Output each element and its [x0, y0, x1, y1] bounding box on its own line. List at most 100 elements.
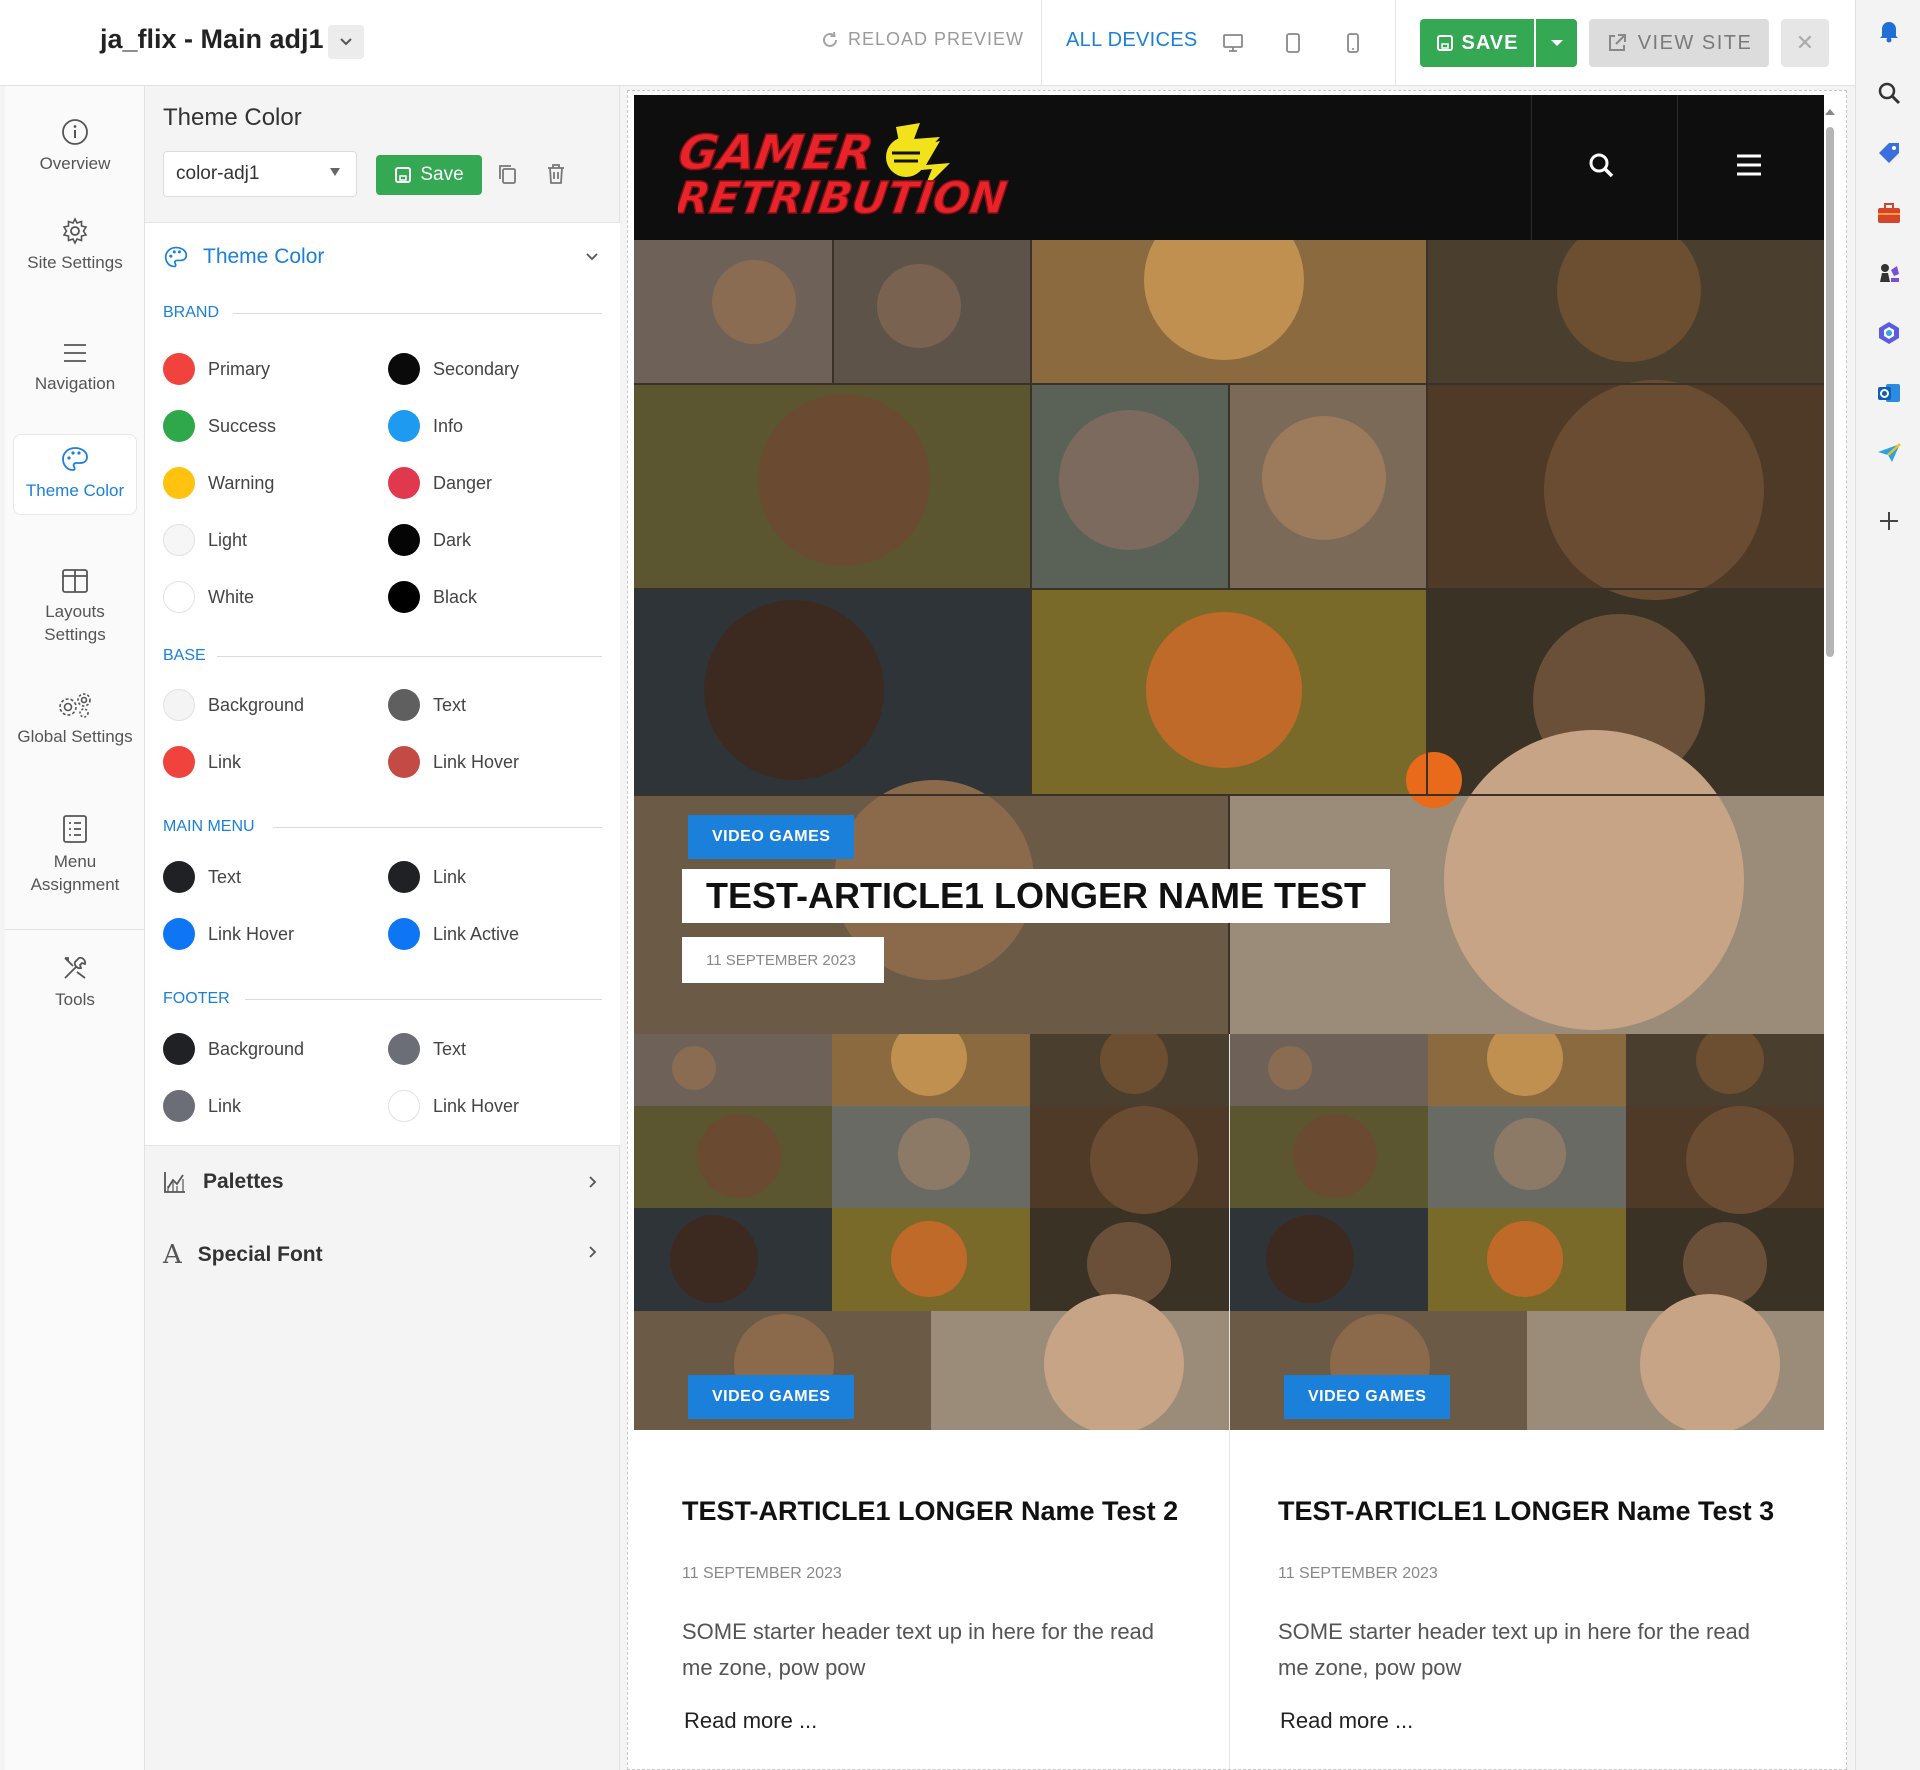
scroll-up-arrow-icon[interactable] [1823, 107, 1837, 117]
swatch-menu-link-active[interactable]: Link Active [388, 918, 519, 950]
read-more-link[interactable]: Read more ... [1280, 1708, 1413, 1734]
swatch-footer-background[interactable]: Background [163, 1033, 304, 1065]
nav-global-settings[interactable]: Global Settings [13, 691, 137, 748]
card-title[interactable]: TEST-ARTICLE1 LONGER Name Test 2 [682, 1496, 1178, 1527]
swatch-base-background[interactable]: Background [163, 689, 304, 721]
divider [233, 313, 602, 314]
close-button[interactable]: ✕ [1781, 19, 1829, 67]
send-icon[interactable] [1876, 440, 1902, 466]
swatch-secondary[interactable]: Secondary [388, 353, 519, 385]
view-site-label: VIEW SITE [1637, 31, 1753, 54]
divider [245, 999, 602, 1000]
save-button[interactable]: SAVE [1420, 19, 1534, 67]
group-label-brand: BRAND [163, 304, 220, 321]
nav-tools[interactable]: Tools [13, 954, 137, 1011]
site-switcher-dropdown[interactable] [328, 25, 364, 59]
site-logo[interactable]: GAMER RETRIBUTION [678, 117, 1048, 221]
profile-save-button[interactable]: Save [376, 155, 482, 195]
preview-scrollbar[interactable] [1823, 103, 1837, 1763]
nav-overview[interactable]: Overview [13, 118, 137, 175]
divider [273, 827, 602, 828]
bell-icon[interactable] [1876, 18, 1902, 44]
color-dot [388, 353, 420, 385]
card-title[interactable]: TEST-ARTICLE1 LONGER Name Test 3 [1278, 1496, 1774, 1527]
swatch-footer-link-hover[interactable]: Link Hover [388, 1090, 519, 1122]
palettes-section-header[interactable]: Palettes [163, 1170, 284, 1194]
chevron-right-icon[interactable] [589, 1176, 597, 1188]
swatch-warning[interactable]: Warning [163, 467, 274, 499]
swatch-base-text[interactable]: Text [388, 689, 466, 721]
hero-category-badge[interactable]: VIDEO GAMES [688, 815, 855, 859]
card-category-badge[interactable]: VIDEO GAMES [1284, 1375, 1451, 1419]
card-category-badge[interactable]: VIDEO GAMES [688, 1375, 855, 1419]
swatch-dark[interactable]: Dark [388, 524, 471, 556]
nav-menu-assignment[interactable]: Menu Assignment [13, 814, 137, 896]
site-header: GAMER RETRIBUTION [634, 95, 1824, 240]
mobile-icon[interactable] [1340, 30, 1366, 56]
chevron-down-icon [340, 38, 352, 46]
theme-color-panel: Theme Color color-adj1 Save Theme Color … [145, 86, 620, 1770]
hero-title[interactable]: TEST-ARTICLE1 LONGER NAME TEST [682, 869, 1391, 923]
color-profile-select[interactable]: color-adj1 [163, 151, 357, 197]
nav-site-settings[interactable]: Site Settings [13, 217, 137, 274]
nav-navigation[interactable]: Navigation [13, 340, 137, 395]
read-more-link[interactable]: Read more ... [684, 1708, 817, 1734]
external-link-icon [1608, 34, 1626, 51]
divider [5, 929, 145, 930]
color-dot [163, 746, 195, 778]
chevron-right-icon[interactable] [589, 1246, 597, 1258]
card-date: 11 SEPTEMBER 2023 [1278, 1565, 1438, 1582]
swatch-info[interactable]: Info [388, 410, 463, 442]
gear-icon [62, 217, 88, 245]
swatch-footer-text[interactable]: Text [388, 1033, 466, 1065]
floppy-icon [1436, 35, 1453, 51]
special-font-section-header[interactable]: A Special Font [163, 1240, 323, 1270]
copilot-icon[interactable] [1876, 320, 1902, 346]
reload-icon [823, 31, 837, 47]
search-icon[interactable] [1876, 80, 1902, 106]
swatch-base-link-hover[interactable]: Link Hover [388, 746, 519, 778]
all-devices-button[interactable]: ALL DEVICES [1066, 29, 1198, 52]
color-dot [388, 467, 420, 499]
card-image[interactable] [634, 1034, 1229, 1430]
site-preview[interactable]: GAMER RETRIBUTION VIDEO GAMES TEST-ARTIC… [634, 95, 1824, 1769]
swatch-primary[interactable]: Primary [163, 353, 270, 385]
swatch-menu-text[interactable]: Text [163, 861, 241, 893]
desktop-icon[interactable] [1220, 30, 1246, 56]
swatch-black[interactable]: Black [388, 581, 477, 613]
color-dot [388, 918, 420, 950]
chess-piece-icon[interactable] [1876, 260, 1902, 286]
reload-preview-button[interactable]: RELOAD PREVIEW [820, 29, 1024, 50]
nav-layouts-settings[interactable]: Layouts Settings [13, 568, 137, 646]
briefcase-icon[interactable] [1876, 200, 1902, 226]
swatch-light[interactable]: Light [163, 524, 247, 556]
swatch-menu-link[interactable]: Link [388, 861, 466, 893]
copy-icon[interactable] [497, 163, 517, 185]
caret-down-icon [330, 168, 340, 176]
view-site-button[interactable]: VIEW SITE [1589, 19, 1769, 67]
columns-icon [62, 569, 88, 593]
trash-icon[interactable] [546, 163, 566, 185]
plus-icon[interactable] [1876, 508, 1902, 534]
swatch-success[interactable]: Success [163, 410, 276, 442]
tablet-icon[interactable] [1280, 30, 1306, 56]
color-dot [388, 410, 420, 442]
chevron-down-icon[interactable] [586, 253, 598, 261]
hero-date: 11 SEPTEMBER 2023 [682, 937, 884, 983]
color-dot [163, 524, 195, 556]
outlook-icon[interactable] [1876, 380, 1902, 406]
save-options-dropdown[interactable] [1536, 19, 1577, 67]
swatch-danger[interactable]: Danger [388, 467, 492, 499]
swatch-white[interactable]: White [163, 581, 254, 613]
nav-theme-color[interactable]: Theme Color [13, 434, 137, 515]
hamburger-menu-icon[interactable] [1734, 150, 1764, 180]
swatch-footer-link[interactable]: Link [163, 1090, 241, 1122]
theme-color-section-header[interactable]: Theme Color [163, 245, 324, 269]
swatch-base-link[interactable]: Link [163, 746, 241, 778]
swatch-menu-link-hover[interactable]: Link Hover [163, 918, 294, 950]
card-image[interactable] [1230, 1034, 1824, 1430]
scrollbar-thumb[interactable] [1826, 127, 1834, 657]
tag-icon[interactable] [1876, 140, 1902, 166]
search-icon[interactable] [1586, 150, 1618, 182]
group-label-main-menu: MAIN MENU [163, 818, 255, 835]
